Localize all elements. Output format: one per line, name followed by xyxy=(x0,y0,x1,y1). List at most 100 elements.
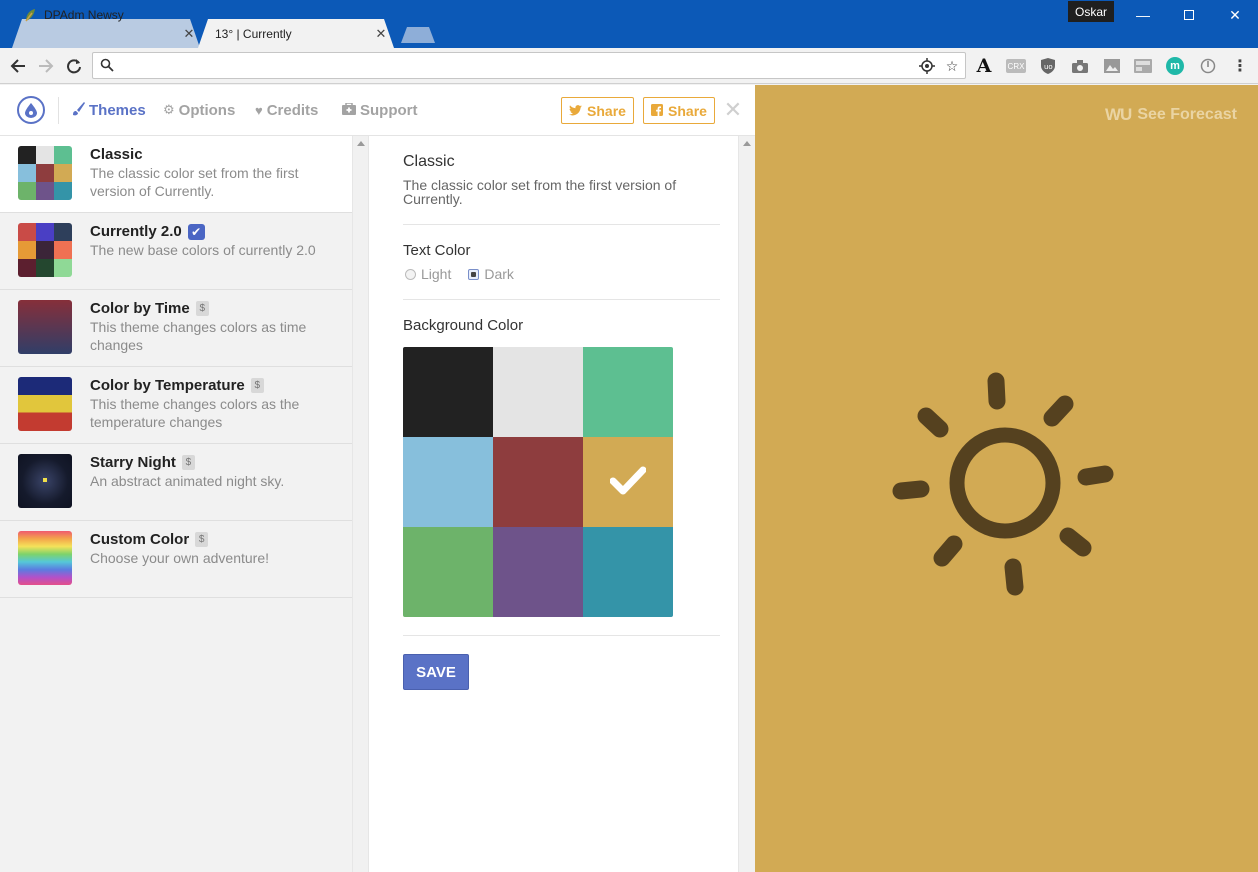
theme-description: The classic color set from the first ver… xyxy=(90,165,299,199)
address-bar[interactable]: ☆ xyxy=(92,52,966,79)
bookmark-star-icon[interactable]: ☆ xyxy=(943,57,961,75)
brush-icon xyxy=(72,101,85,119)
save-button[interactable]: SAVE xyxy=(403,654,469,690)
theme-description: This theme changes colors as the tempera… xyxy=(90,396,300,430)
radio-light[interactable] xyxy=(405,268,416,280)
tab-title: DPAdm Newsy xyxy=(44,7,124,22)
theme-item-color-by-temperature[interactable]: Color by Temperature $ This theme change… xyxy=(0,367,352,444)
divider xyxy=(403,635,720,636)
new-tab-button[interactable] xyxy=(401,27,435,43)
theme-item-classic[interactable]: Classic The classic color set from the f… xyxy=(0,136,352,213)
nav-support[interactable]: Support xyxy=(342,100,418,120)
premium-badge: $ xyxy=(195,532,209,547)
nav-label: Options xyxy=(178,101,236,119)
share-twitter-button[interactable]: Share xyxy=(561,97,634,124)
power-icon[interactable] xyxy=(1198,56,1218,76)
minimize-icon[interactable]: — xyxy=(1120,3,1166,27)
tab-title: 13° | Currently xyxy=(215,26,292,41)
image-icon[interactable] xyxy=(1102,56,1122,76)
premium-badge: $ xyxy=(181,455,195,470)
divider xyxy=(403,224,720,225)
theme-item-custom-color[interactable]: Custom Color $ Choose your own adventure… xyxy=(0,521,352,598)
theme-item-starry-night[interactable]: Starry Night $ An abstract animated nigh… xyxy=(0,444,352,521)
theme-title: Currently 2.0 ✔ xyxy=(90,223,205,240)
gear-icon: ⚙ xyxy=(163,102,175,117)
theme-detail: Classic The classic color set from the f… xyxy=(370,136,738,872)
profile-button[interactable]: Oskar xyxy=(1068,1,1114,22)
reload-icon[interactable] xyxy=(63,54,85,78)
swatch-light-blue[interactable] xyxy=(403,437,493,527)
theme-thumbnail xyxy=(18,377,72,431)
share-label: Share xyxy=(587,102,626,119)
tab-close-icon[interactable]: ✕ xyxy=(374,19,388,48)
see-forecast-link[interactable]: WU See Forecast xyxy=(1105,105,1237,125)
swatch-black[interactable] xyxy=(403,347,493,437)
swatch-gold[interactable] xyxy=(583,437,673,527)
divider xyxy=(403,299,720,300)
back-arrow-icon[interactable] xyxy=(7,54,29,78)
premium-badge: $ xyxy=(195,301,209,316)
swatch-red[interactable] xyxy=(493,437,583,527)
theme-description: Choose your own adventure! xyxy=(90,550,269,566)
forecast-label: See Forecast xyxy=(1137,106,1237,123)
theme-thumbnail xyxy=(18,223,72,277)
address-input[interactable] xyxy=(121,56,911,76)
themes-list: Classic The classic color set from the f… xyxy=(0,136,352,872)
background-swatches xyxy=(403,347,673,617)
theme-thumbnail xyxy=(18,531,72,585)
radio-dark[interactable] xyxy=(468,268,480,280)
nav-themes[interactable]: Themes xyxy=(72,100,146,120)
close-icon[interactable]: ✕ xyxy=(722,97,744,122)
scroll-up-arrow-icon[interactable] xyxy=(357,141,365,146)
tab-dpadm-newsy-content: DPAdm Newsy xyxy=(24,0,124,29)
theme-title: Color by Temperature $ xyxy=(90,377,264,394)
cast-icon[interactable] xyxy=(1133,56,1153,76)
text-color-label: Text Color xyxy=(403,242,471,259)
scroll-up-arrow-icon[interactable] xyxy=(743,141,751,146)
nav-label: Support xyxy=(360,101,418,119)
forward-arrow-icon[interactable] xyxy=(35,54,57,78)
weather-preview: WU See Forecast xyxy=(755,85,1258,872)
nav-options[interactable]: ⚙ Options xyxy=(163,100,235,120)
swatch-light-gray[interactable] xyxy=(493,347,583,437)
theme-item-currently-2[interactable]: Currently 2.0 ✔ The new base colors of c… xyxy=(0,213,352,290)
tab-close-icon[interactable]: ✕ xyxy=(182,19,196,48)
twitter-icon xyxy=(569,103,583,119)
theme-description: An abstract animated night sky. xyxy=(90,473,285,489)
crx-icon[interactable]: CRX xyxy=(1006,59,1026,73)
background-color-label: Background Color xyxy=(403,317,524,334)
header-divider xyxy=(58,97,59,124)
swatch-green[interactable] xyxy=(583,347,673,437)
selected-check-icon xyxy=(609,465,647,500)
detail-scrollbar[interactable] xyxy=(738,136,755,872)
font-icon[interactable]: A xyxy=(974,55,994,77)
star-icon xyxy=(43,478,47,482)
camera-icon[interactable] xyxy=(1070,56,1090,76)
browser-menu-icon[interactable]: ⋮ xyxy=(1230,56,1250,76)
nav-credits[interactable]: ♥ Credits xyxy=(255,100,318,120)
radio-label: Dark xyxy=(484,266,514,282)
swatch-leaf-green[interactable] xyxy=(403,527,493,617)
share-label: Share xyxy=(668,102,707,119)
location-target-icon[interactable] xyxy=(918,57,936,75)
favicon-leaf-icon xyxy=(24,8,36,22)
share-facebook-button[interactable]: Share xyxy=(643,97,715,124)
maximize-icon[interactable] xyxy=(1166,3,1212,27)
theme-item-color-by-time[interactable]: Color by Time $ This theme changes color… xyxy=(0,290,352,367)
theme-title: Starry Night $ xyxy=(90,454,195,471)
theme-thumbnail xyxy=(18,146,72,200)
theme-title: Color by Time $ xyxy=(90,300,209,317)
detail-title: Classic xyxy=(403,153,455,170)
close-window-icon[interactable]: ✕ xyxy=(1212,3,1258,27)
wunderground-logo: WU xyxy=(1105,105,1132,124)
theme-thumbnail xyxy=(18,454,72,508)
swatch-purple[interactable] xyxy=(493,527,583,617)
heart-icon: ♥ xyxy=(255,102,263,118)
themes-scrollbar[interactable] xyxy=(352,136,369,872)
m-icon[interactable]: m xyxy=(1166,57,1184,75)
tab-currently-content: 13° | Currently xyxy=(215,19,292,48)
nav-label: Themes xyxy=(89,101,146,119)
settings-panel: Themes ⚙ Options ♥ Credits Support Share xyxy=(0,85,755,872)
swatch-teal[interactable] xyxy=(583,527,673,617)
ublock-icon[interactable]: uo xyxy=(1038,56,1058,76)
